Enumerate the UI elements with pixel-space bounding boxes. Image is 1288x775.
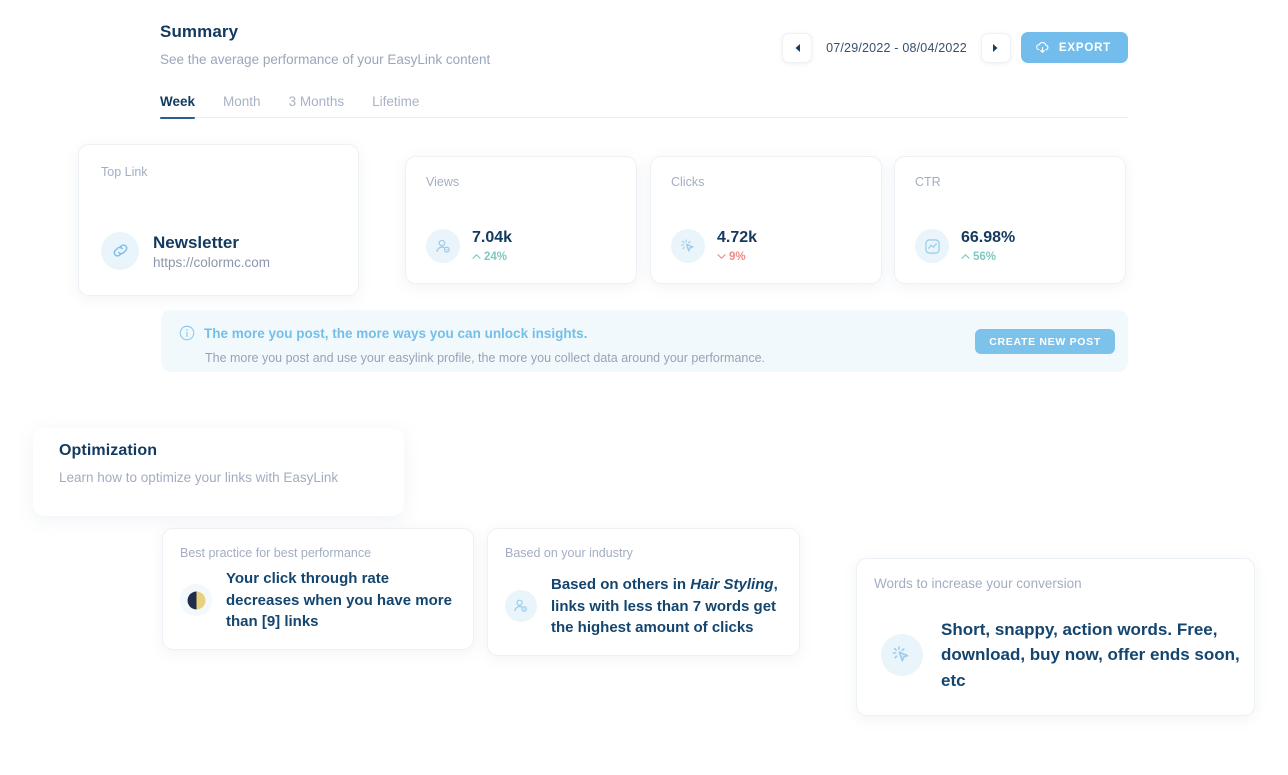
arrow-down-icon	[717, 254, 726, 260]
chevron-right-icon	[993, 43, 998, 52]
top-link-card[interactable]: Top Link Newsletter https://colormc.com	[78, 144, 359, 296]
export-button-label: EXPORT	[1058, 41, 1111, 54]
tab-lifetime[interactable]: Lifetime	[372, 94, 419, 118]
tip-card-conversion-words[interactable]: Words to increase your conversion Short,…	[856, 558, 1255, 716]
tip-label-conversion-words: Words to increase your conversion	[874, 576, 1082, 591]
stat-delta-views: 24%	[472, 251, 512, 263]
stat-content-ctr: 66.98% 56%	[915, 229, 1015, 263]
stat-content-clicks: 4.72k 9%	[671, 229, 757, 263]
date-range-label[interactable]: 07/29/2022 - 08/04/2022	[822, 41, 971, 55]
period-tabs: Week Month 3 Months Lifetime	[160, 94, 1128, 119]
page-header: Summary See the average performance of y…	[160, 22, 1128, 67]
tip-content-conversion-words: Short, snappy, action words. Free, downl…	[881, 617, 1254, 694]
optimization-title: Optimization	[59, 442, 158, 459]
top-link-content: Newsletter https://colormc.com	[101, 231, 270, 270]
person-badge-icon	[426, 229, 460, 263]
banner-title: The more you post, the more ways you can…	[204, 325, 588, 341]
half-moon-icon	[180, 584, 212, 617]
tip-card-best-practice[interactable]: Best practice for best performance Your …	[162, 528, 474, 650]
person-badge-icon	[505, 590, 537, 623]
cloud-download-icon	[1036, 41, 1049, 53]
stat-label-ctr: CTR	[915, 175, 941, 189]
stat-delta-value-ctr: 56%	[973, 250, 997, 263]
tip-text-industry-before: Based on others in	[551, 575, 691, 593]
stat-values-views: 7.04k 24%	[472, 229, 512, 262]
export-button[interactable]: EXPORT	[1020, 32, 1128, 63]
top-link-details: Newsletter https://colormc.com	[153, 232, 270, 270]
stat-card-views[interactable]: Views 7.04k 24%	[405, 156, 637, 284]
stat-label-clicks: Clicks	[671, 175, 705, 189]
top-link-label: Top Link	[101, 165, 148, 179]
arrow-up-icon	[472, 254, 481, 260]
tip-text-conversion-words: Short, snappy, action words. Free, downl…	[941, 619, 1240, 690]
stat-card-clicks[interactable]: Clicks 4.72k 9%	[650, 156, 882, 284]
cursor-click-icon	[881, 633, 923, 676]
tip-label-industry: Based on your industry	[505, 546, 633, 560]
stat-value-views: 7.04k	[472, 229, 513, 247]
prev-period-button[interactable]	[782, 32, 813, 63]
arrow-up-icon	[961, 254, 970, 260]
stat-delta-ctr: 56%	[961, 251, 1015, 263]
info-circle-icon	[179, 325, 195, 341]
stat-values-clicks: 4.72k 9%	[717, 229, 757, 262]
tip-text-industry: Based on others in Hair Styling, links w…	[551, 574, 785, 639]
stat-values-ctr: 66.98% 56%	[961, 229, 1015, 262]
next-period-button[interactable]	[980, 32, 1011, 63]
tab-3-months[interactable]: 3 Months	[289, 94, 345, 118]
tip-card-industry[interactable]: Based on your industry Based on others i…	[487, 528, 800, 656]
banner-body: The more you post and use your easylink …	[205, 351, 766, 365]
banner-title-row: The more you post, the more ways you can…	[179, 325, 1110, 341]
tip-text-industry-emphasis: Hair Styling	[690, 575, 774, 593]
optimization-header-card: Optimization Learn how to optimize your …	[33, 428, 404, 516]
stat-label-views: Views	[426, 175, 460, 189]
stat-delta-value-views: 24%	[484, 250, 508, 263]
top-link-url: https://colormc.com	[153, 255, 271, 270]
top-link-name: Newsletter	[153, 232, 239, 252]
create-new-post-button[interactable]: CREATE NEW POST	[975, 329, 1115, 354]
tip-content-best-practice: Your click through rate decreases when y…	[180, 568, 473, 633]
stat-card-ctr[interactable]: CTR 66.98% 56%	[894, 156, 1126, 284]
link-chain-icon	[101, 231, 139, 270]
optimization-subtitle: Learn how to optimize your links with Ea…	[59, 470, 339, 485]
date-range-controls: 07/29/2022 - 08/04/2022 EXPORT	[782, 32, 1128, 63]
tip-label-best-practice: Best practice for best performance	[180, 546, 372, 560]
cursor-click-icon	[671, 229, 705, 263]
stat-content-views: 7.04k 24%	[426, 229, 512, 263]
stat-delta-clicks: 9%	[717, 251, 757, 263]
tab-month[interactable]: Month	[223, 94, 261, 118]
tip-text-best-practice: Your click through rate decreases when y…	[226, 569, 452, 631]
chart-line-square-icon	[915, 229, 949, 263]
stat-value-clicks: 4.72k	[717, 229, 758, 247]
tab-week[interactable]: Week	[160, 94, 196, 119]
tip-content-industry: Based on others in Hair Styling, links w…	[505, 574, 799, 639]
chevron-left-icon	[795, 43, 800, 52]
stat-value-ctr: 66.98%	[961, 229, 1016, 247]
summary-dashboard: Summary See the average performance of y…	[0, 0, 1288, 775]
stat-delta-value-clicks: 9%	[729, 250, 746, 263]
insights-info-banner: The more you post, the more ways you can…	[161, 310, 1128, 372]
